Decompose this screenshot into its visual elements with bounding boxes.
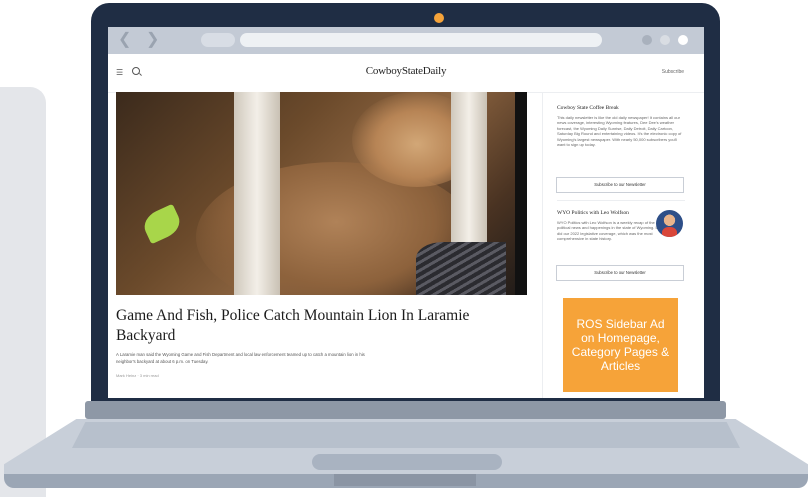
newsletter-description: WYO Politics with Leo Wolfson is a weekl…: [557, 220, 663, 242]
background-panel: [0, 87, 46, 497]
sidebar: Cowboy State Coffee Break This daily new…: [542, 92, 704, 398]
author-avatar: [656, 210, 683, 237]
chevron-right-icon[interactable]: ❯: [146, 31, 159, 49]
hero-wires: [416, 242, 506, 295]
laptop-screen: ❮ ❯ ☰ CowboyStateDaily Subscribe Game An…: [108, 27, 704, 398]
article-summary: A Laramie man said the Wyoming Game and …: [116, 352, 365, 364]
laptop-hinge: [85, 401, 726, 419]
subscribe-link[interactable]: Subscribe: [662, 69, 684, 75]
window-dot[interactable]: [642, 35, 652, 45]
site-header: ☰ CowboyStateDaily Subscribe: [108, 54, 704, 93]
hero-edge: [515, 92, 527, 295]
hero-leaf: [139, 203, 185, 245]
newsletter-title: Cowboy State Coffee Break: [557, 105, 619, 111]
article-byline: Mark Heinz · 3 min read: [116, 373, 159, 378]
browser-chrome: ❮ ❯: [108, 27, 704, 54]
sidebar-ad[interactable]: ROS Sidebar Ad on Homepage, Category Pag…: [563, 298, 678, 392]
article-headline[interactable]: Game And Fish, Police Catch Mountain Lio…: [116, 306, 516, 346]
hero-cage-bar: [234, 92, 280, 295]
laptop-trackpad: [312, 454, 502, 470]
tab-pill[interactable]: [201, 33, 235, 47]
newsletter-description: This daily newsletter is like the old da…: [557, 115, 682, 148]
sidebar-divider: [557, 200, 685, 201]
window-dot[interactable]: [660, 35, 670, 45]
address-bar[interactable]: [240, 33, 602, 47]
subscribe-newsletter-button[interactable]: Subscribe to our Newsletter: [556, 265, 684, 281]
newsletter-title: WYO Politics with Leo Wolfson: [557, 210, 629, 216]
camera-dot: [434, 13, 444, 23]
laptop-keyboard-area: [72, 422, 740, 448]
laptop-notch: [334, 474, 476, 486]
subscribe-newsletter-button[interactable]: Subscribe to our Newsletter: [556, 177, 684, 193]
chevron-left-icon[interactable]: ❮: [118, 31, 131, 49]
window-dot[interactable]: [678, 35, 688, 45]
site-logo[interactable]: CowboyStateDaily: [108, 65, 704, 77]
hero-image[interactable]: [116, 92, 527, 295]
